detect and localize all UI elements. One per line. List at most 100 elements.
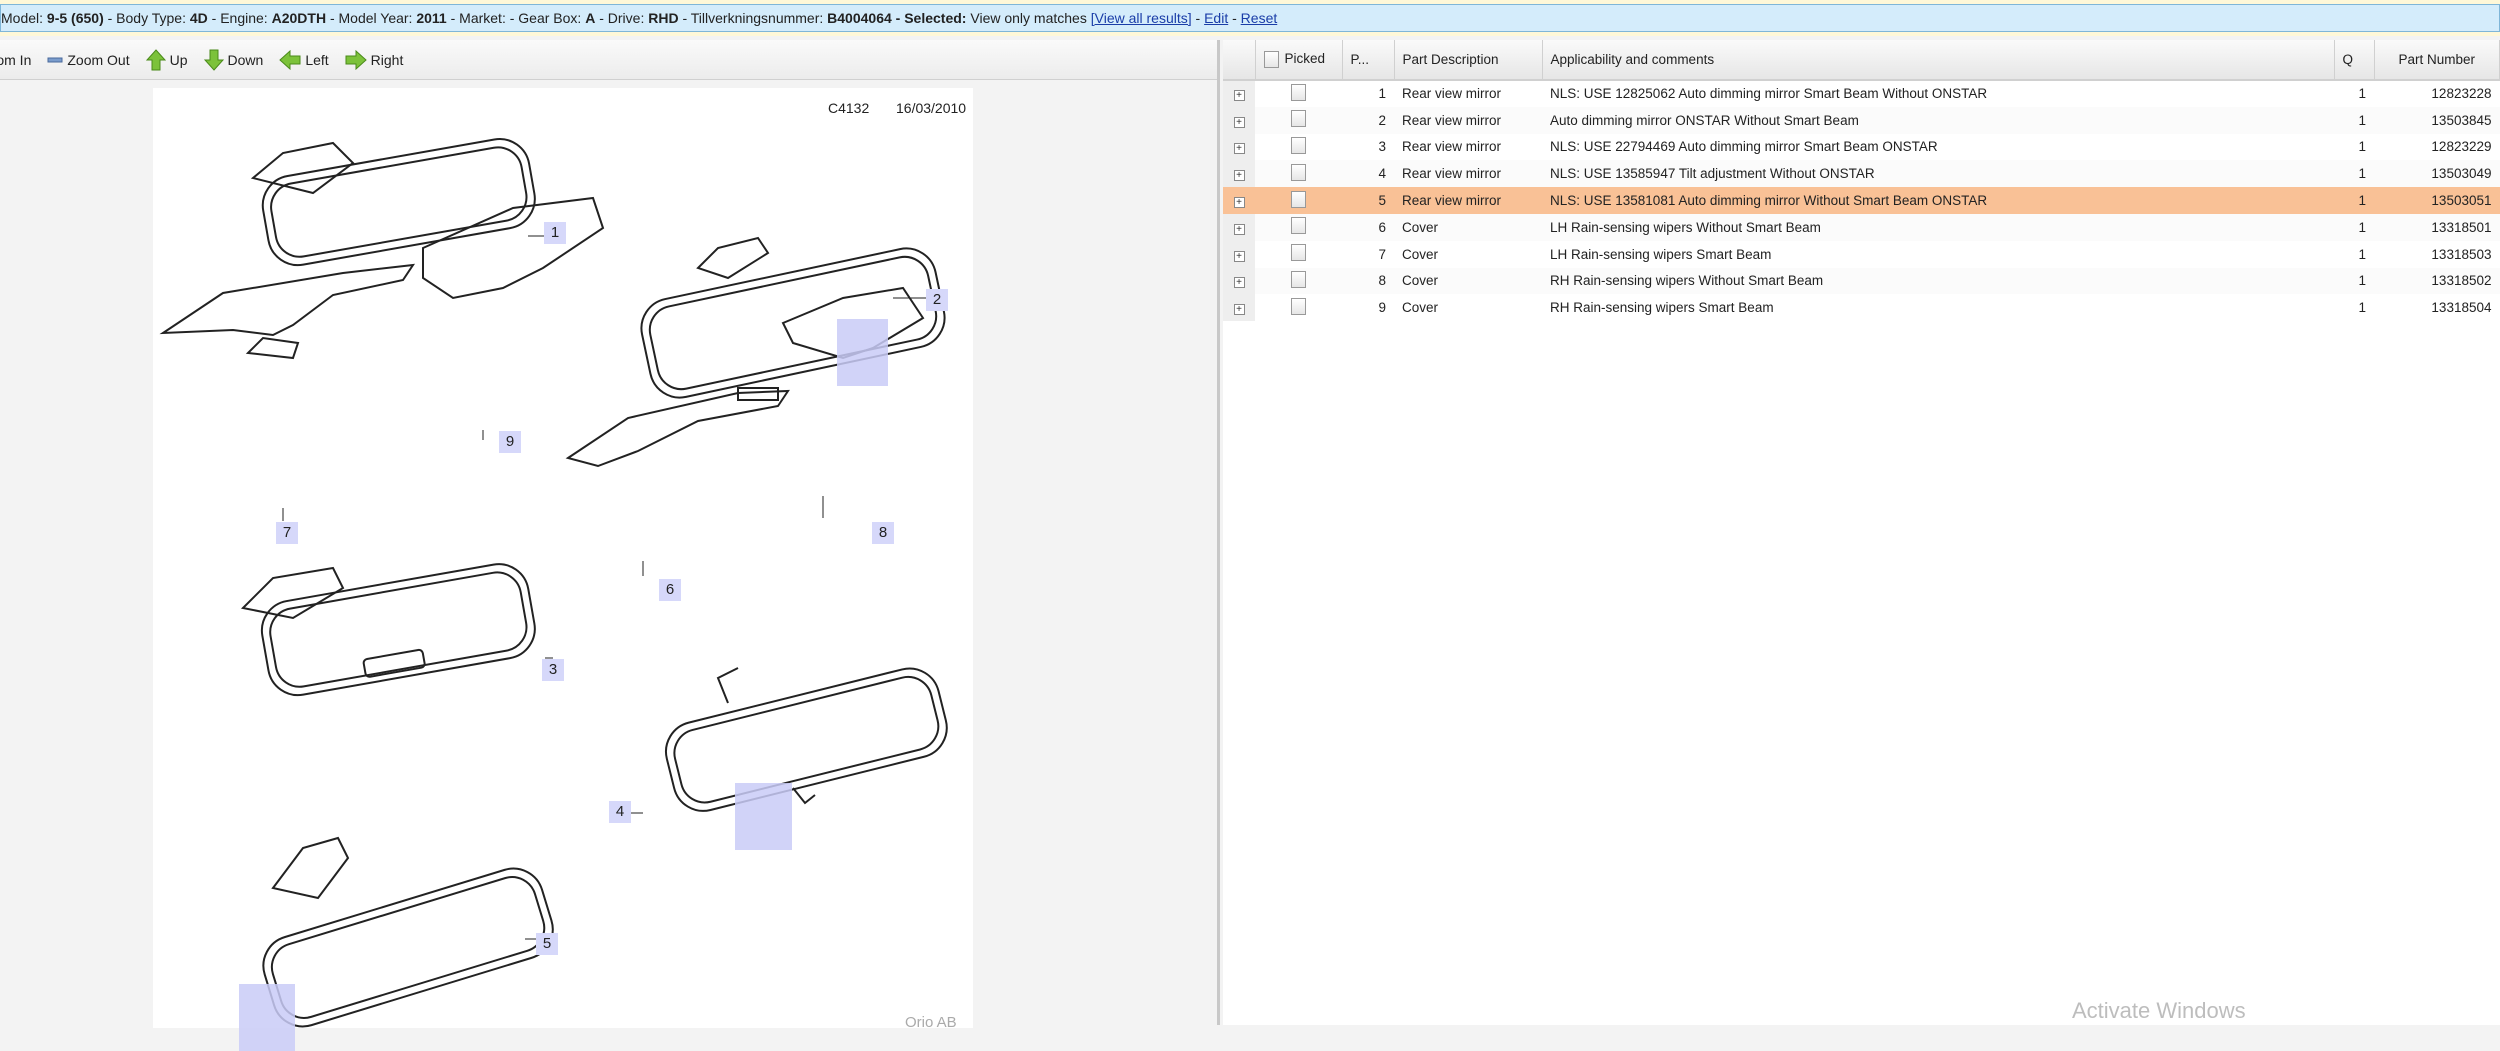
expand-cell[interactable]: + <box>1223 106 1255 134</box>
header-picked[interactable]: Picked <box>1255 40 1343 81</box>
left-button[interactable]: Left <box>279 49 329 70</box>
picked-cell[interactable] <box>1255 160 1342 188</box>
comments-cell: NLS: USE 22794469 Auto dimming mirror Sm… <box>1550 139 1938 155</box>
picked-checkbox[interactable] <box>1291 136 1306 154</box>
model-value: 9-5 (650) <box>46 10 104 26</box>
callout-9[interactable]: 9 <box>499 431 521 453</box>
expand-plus-icon[interactable]: + <box>1233 143 1245 155</box>
hotspot-highlight[interactable] <box>239 984 295 1051</box>
part-number-cell: 13318504 <box>2431 300 2492 316</box>
part-number-cell: 12823229 <box>2431 139 2492 155</box>
comments-cell: NLS: USE 13585947 Tilt adjustment Withou… <box>1542 160 2334 188</box>
picked-cell[interactable] <box>1255 213 1342 241</box>
gearbox-value: A <box>585 10 596 26</box>
model-label: Model: <box>1 10 44 26</box>
expand-plus-icon[interactable]: + <box>1233 250 1245 262</box>
table-header-row: Picked P... Part Description Applicabili… <box>1223 40 2500 81</box>
callout-7[interactable]: 7 <box>276 522 298 544</box>
up-button[interactable]: Up <box>145 48 188 71</box>
hotspot-highlight[interactable] <box>735 783 792 850</box>
callout-5[interactable]: 5 <box>536 933 558 955</box>
expand-cell[interactable]: + <box>1223 240 1255 268</box>
callout-2[interactable]: 2 <box>926 289 948 311</box>
header-comments[interactable]: Applicability and comments <box>1542 40 2335 81</box>
description-cell: Rear view mirror <box>1402 139 1502 155</box>
picked-checkbox[interactable] <box>1291 297 1306 315</box>
select-all-checkbox[interactable] <box>1263 51 1279 68</box>
position-cell: 9 <box>1378 300 1386 316</box>
table-row[interactable]: + 8 Cover RH Rain-sensing wipers Without… <box>1223 267 2500 295</box>
picked-checkbox[interactable] <box>1291 110 1306 128</box>
expand-plus-icon[interactable]: + <box>1233 197 1245 209</box>
callout-4[interactable]: 4 <box>609 801 631 823</box>
expand-plus-icon[interactable]: + <box>1233 90 1245 102</box>
down-button[interactable]: Down <box>203 49 263 71</box>
picked-checkbox[interactable] <box>1291 270 1306 288</box>
parts-diagram[interactable]: C4132 16/03/2010 1 2 3 4 5 6 7 8 9 Orio … <box>153 88 973 1051</box>
expand-cell[interactable]: + <box>1223 160 1255 188</box>
expand-cell[interactable]: + <box>1223 187 1255 214</box>
picked-cell[interactable] <box>1255 106 1342 134</box>
expand-cell[interactable]: + <box>1223 133 1255 161</box>
view-all-results-link[interactable]: [View all results] <box>1091 10 1192 26</box>
parts-table: Picked P... Part Description Applicabili… <box>1223 40 2500 322</box>
header-part-number[interactable]: Part Number <box>2374 40 2500 81</box>
header-qty[interactable]: Q <box>2334 40 2375 81</box>
table-row[interactable]: + 6 Cover LH Rain-sensing wipers Without… <box>1223 213 2500 241</box>
picked-cell[interactable] <box>1255 241 1342 268</box>
table-row[interactable]: + 9 Cover RH Rain-sensing wipers Smart B… <box>1223 294 2500 322</box>
table-row[interactable]: + 1 Rear view mirror NLS: USE 12825062 A… <box>1223 80 2500 107</box>
right-button[interactable]: Right <box>345 49 404 70</box>
callout-1[interactable]: 1 <box>544 222 566 244</box>
position-cell: 1 <box>1378 86 1386 102</box>
description-cell: Cover <box>1394 267 1542 295</box>
up-label: Up <box>169 51 188 68</box>
expand-plus-icon[interactable]: + <box>1233 304 1245 316</box>
comments-cell: Auto dimming mirror ONSTAR Without Smart… <box>1542 106 2334 134</box>
callout-6[interactable]: 6 <box>659 579 681 601</box>
expand-cell[interactable]: + <box>1223 80 1255 107</box>
table-row[interactable]: + 5 Rear view mirror NLS: USE 13581081 A… <box>1223 187 2500 214</box>
expand-cell[interactable]: + <box>1223 267 1255 295</box>
comments-cell: NLS: USE 12825062 Auto dimming mirror Sm… <box>1550 86 1988 102</box>
table-row[interactable]: + 2 Rear view mirror Auto dimming mirror… <box>1223 106 2500 134</box>
picked-checkbox[interactable] <box>1291 83 1306 101</box>
expand-plus-icon[interactable]: + <box>1233 116 1245 128</box>
picked-cell[interactable] <box>1255 187 1342 214</box>
part-number-cell: 12823228 <box>2431 86 2492 102</box>
callout-8[interactable]: 8 <box>872 522 894 544</box>
expand-plus-icon[interactable]: + <box>1233 223 1245 235</box>
diagram-copyright: Orio AB <box>905 1014 957 1031</box>
qty-cell: 1 <box>2334 267 2374 295</box>
edit-link[interactable]: Edit <box>1204 10 1228 26</box>
picked-checkbox[interactable] <box>1291 163 1306 181</box>
right-label: Right <box>370 51 404 68</box>
zoom-in-label: Zoom In <box>0 51 32 68</box>
picked-cell[interactable] <box>1255 80 1342 107</box>
picked-cell[interactable] <box>1255 134 1342 161</box>
table-row[interactable]: + 4 Rear view mirror NLS: USE 13585947 T… <box>1223 160 2500 188</box>
table-row[interactable]: + 3 Rear view mirror NLS: USE 22794469 A… <box>1223 133 2500 161</box>
description-cell: Cover <box>1402 300 1439 316</box>
table-row[interactable]: + 7 Cover LH Rain-sensing wipers Smart B… <box>1223 240 2500 268</box>
zoom-out-button[interactable]: Zoom Out <box>47 52 130 68</box>
expand-cell[interactable]: + <box>1223 213 1255 241</box>
picked-checkbox[interactable] <box>1291 217 1306 235</box>
hotspot-highlight[interactable] <box>837 319 888 386</box>
picked-cell[interactable] <box>1255 294 1342 321</box>
callout-3[interactable]: 3 <box>542 659 564 681</box>
picked-checkbox[interactable] <box>1291 190 1306 208</box>
picked-checkbox[interactable] <box>1291 244 1306 262</box>
zoom-in-button[interactable]: Zoom In <box>0 52 31 68</box>
header-expand <box>1223 40 1256 81</box>
arrow-up-icon <box>145 48 166 70</box>
expand-plus-icon[interactable]: + <box>1233 170 1245 182</box>
diagram-panel: Zoom In Zoom Out Up Down Left Right C413… <box>0 40 1220 1051</box>
expand-cell[interactable]: + <box>1223 294 1255 322</box>
reset-link[interactable]: Reset <box>1241 10 1278 26</box>
header-pos[interactable]: P... <box>1342 40 1395 81</box>
position-cell: 3 <box>1378 139 1386 155</box>
header-description[interactable]: Part Description <box>1394 40 1543 81</box>
picked-cell[interactable] <box>1255 267 1342 295</box>
expand-plus-icon[interactable]: + <box>1233 277 1245 289</box>
